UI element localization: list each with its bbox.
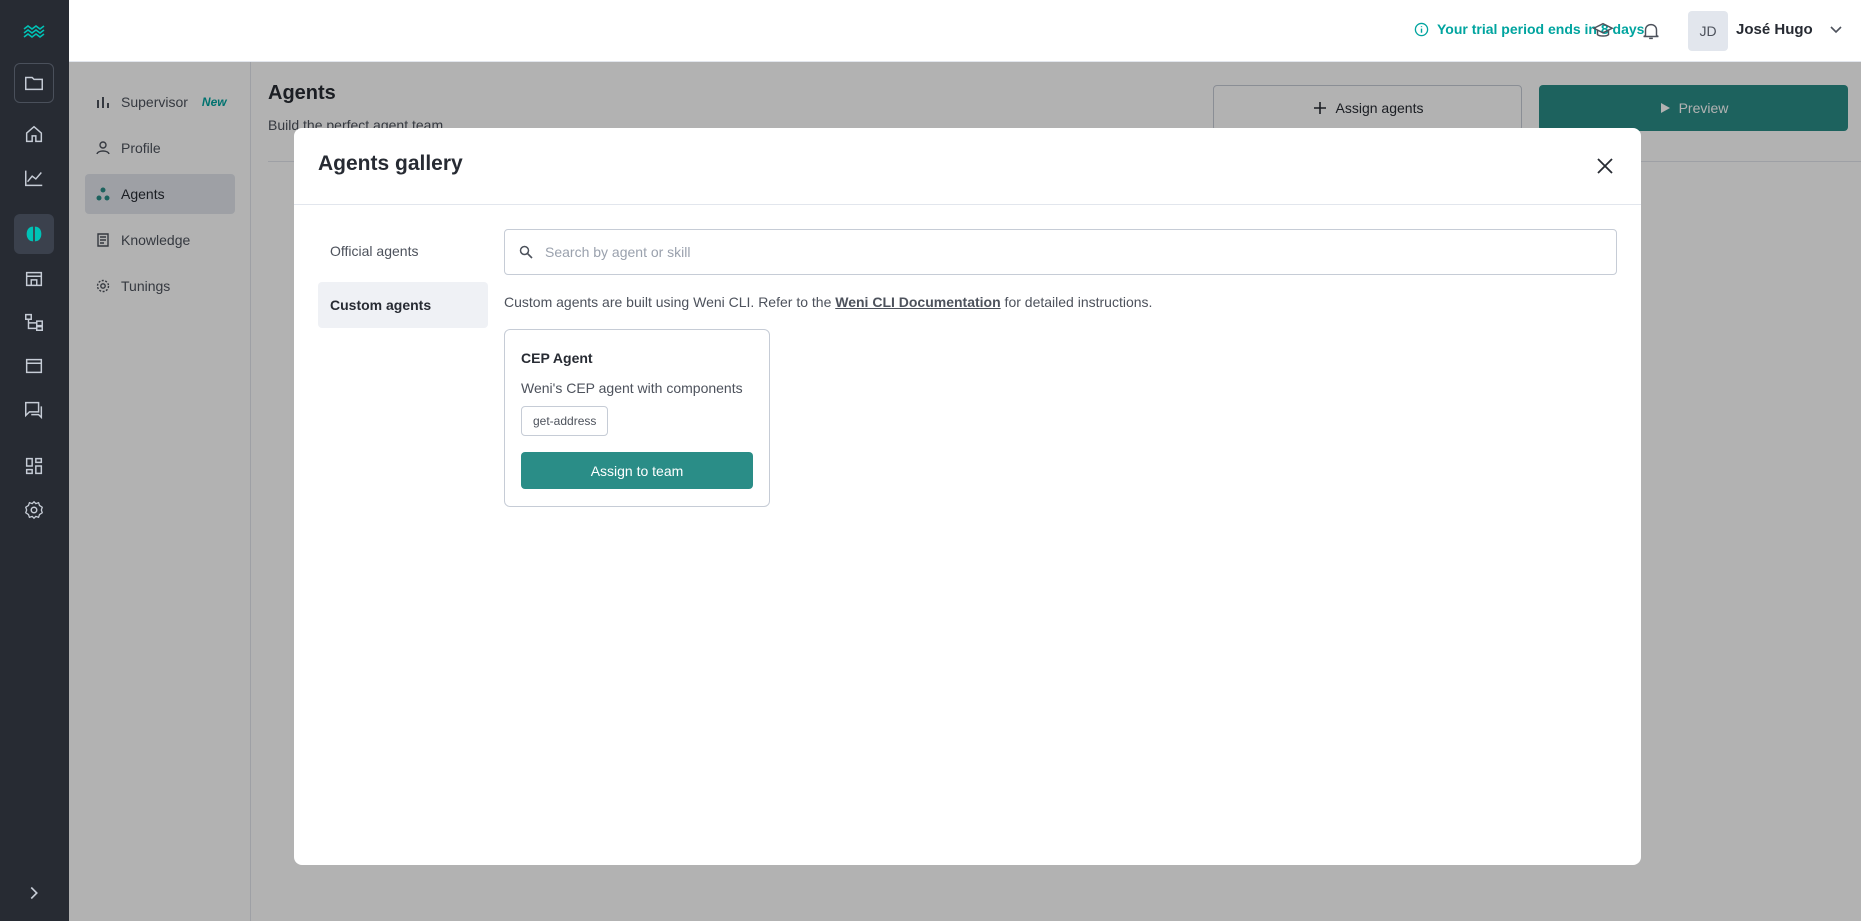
weni-logo-icon[interactable] <box>0 10 69 54</box>
bell-icon[interactable] <box>1638 18 1664 44</box>
info-prefix: Custom agents are built using Weni CLI. … <box>504 294 836 310</box>
tab-custom-agents[interactable]: Custom agents <box>318 282 488 328</box>
chevron-down-icon[interactable] <box>1826 20 1846 40</box>
home-icon[interactable] <box>14 114 54 154</box>
settings-icon[interactable] <box>14 490 54 530</box>
custom-agents-info: Custom agents are built using Weni CLI. … <box>504 294 1152 310</box>
search-field[interactable] <box>504 229 1617 275</box>
browser-icon[interactable] <box>14 346 54 386</box>
agent-card: CEP Agent Weni's CEP agent with componen… <box>504 329 770 507</box>
search-icon <box>519 245 533 259</box>
modal-divider <box>294 204 1641 205</box>
expand-icon[interactable] <box>14 873 54 913</box>
info-suffix: for detailed instructions. <box>1000 294 1153 310</box>
chart-icon[interactable] <box>14 158 54 198</box>
weni-cli-docs-link[interactable]: Weni CLI Documentation <box>835 294 1000 310</box>
flows-icon[interactable] <box>14 302 54 342</box>
search-input[interactable] <box>545 244 1616 260</box>
top-bar: Your trial period ends in 8 days JD José… <box>69 0 1861 62</box>
skill-tag: get-address <box>521 406 609 436</box>
apps-icon[interactable] <box>14 446 54 486</box>
tab-official-agents[interactable]: Official agents <box>318 228 488 274</box>
academy-icon[interactable] <box>1590 18 1616 44</box>
close-icon[interactable] <box>1593 154 1617 178</box>
info-icon <box>1414 22 1429 36</box>
agent-card-title: CEP Agent <box>521 350 593 366</box>
chats-icon[interactable] <box>14 390 54 430</box>
brain-icon[interactable] <box>14 214 54 254</box>
left-rail <box>0 0 69 921</box>
store-icon[interactable] <box>14 259 54 299</box>
modal-title: Agents gallery <box>318 152 463 175</box>
folder-icon[interactable] <box>14 63 54 103</box>
user-name[interactable]: José Hugo <box>1736 21 1813 38</box>
agent-card-description: Weni's CEP agent with components <box>521 380 743 396</box>
assign-to-team-button[interactable]: Assign to team <box>521 452 753 489</box>
avatar[interactable]: JD <box>1688 11 1728 51</box>
agents-gallery-modal: Agents gallery Official agents Custom ag… <box>294 128 1641 865</box>
